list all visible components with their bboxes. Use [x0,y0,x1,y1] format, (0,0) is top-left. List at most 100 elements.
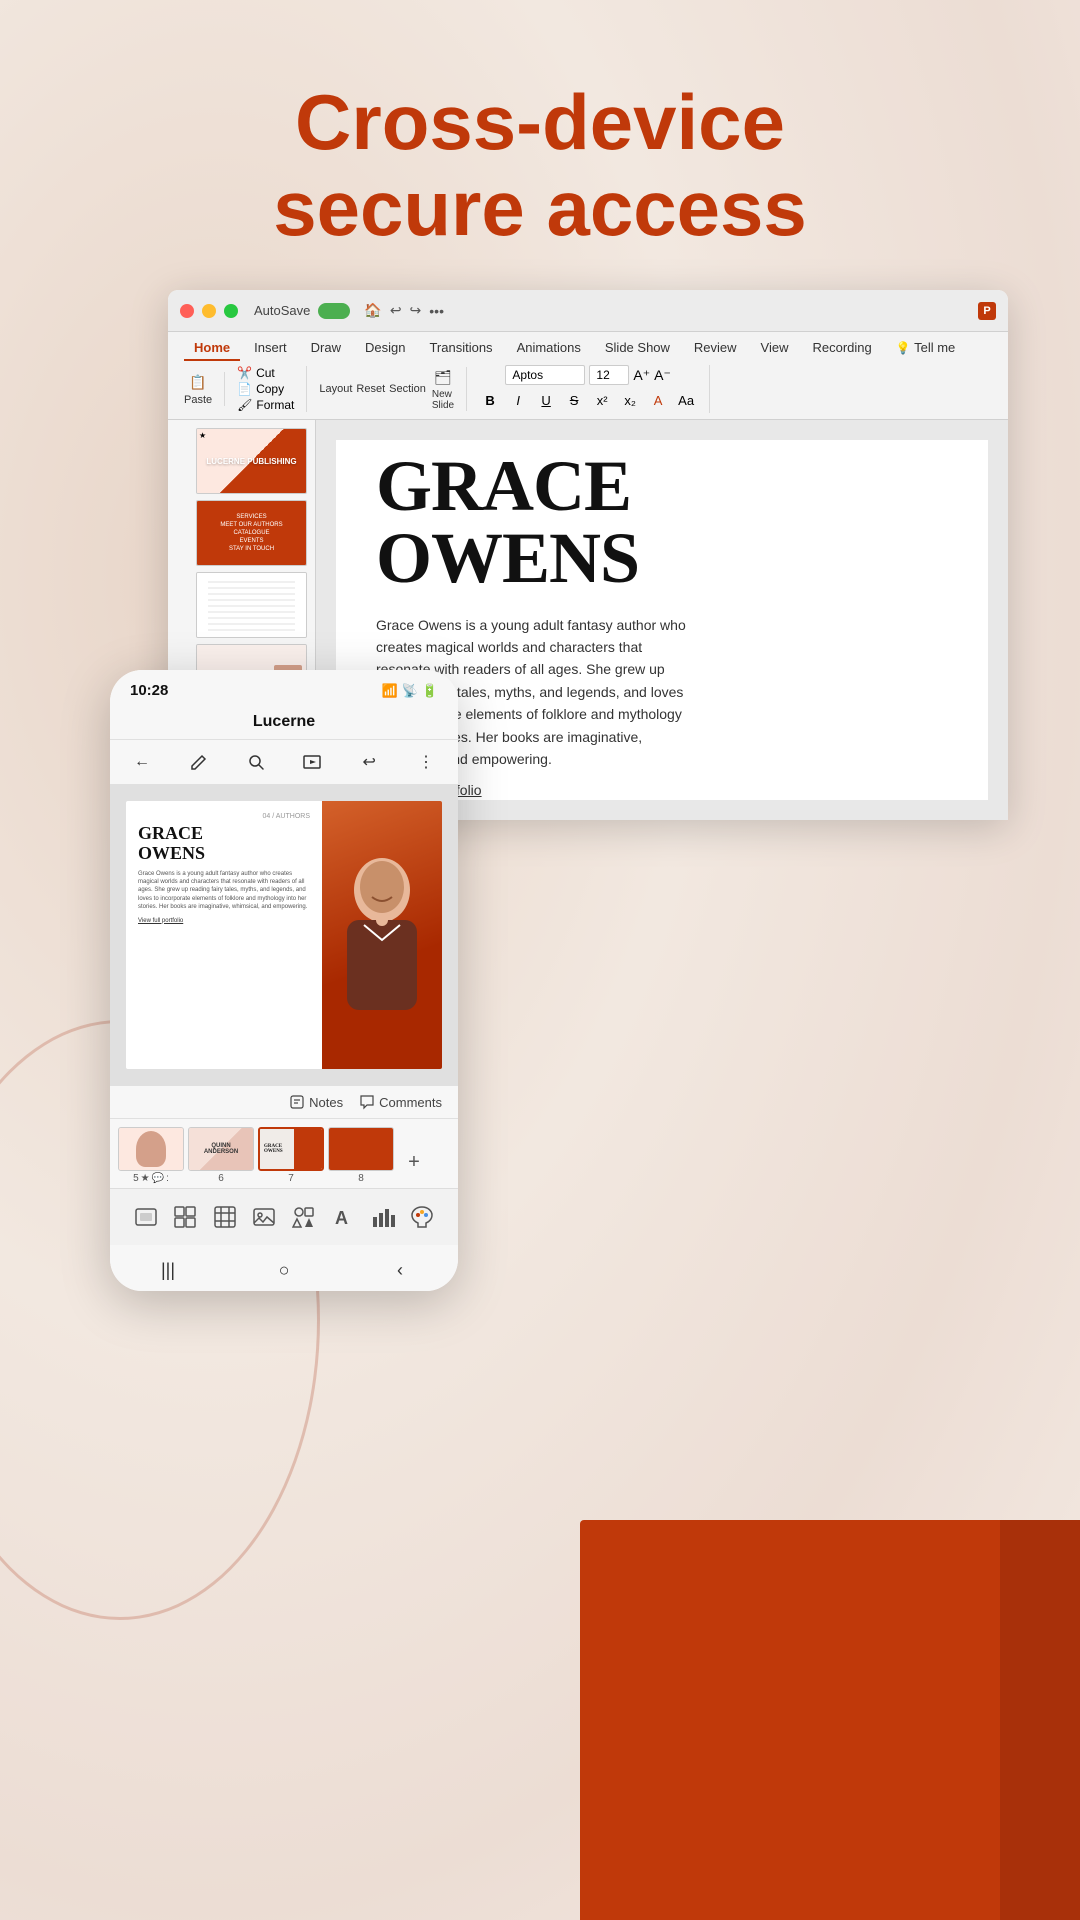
strikethrough-button[interactable]: S [563,389,585,411]
text-case-button[interactable]: Aa [675,389,697,411]
back-button[interactable]: ← [126,746,158,778]
slides-view-icon [134,1205,158,1229]
increase-font-icon[interactable]: A⁺ [633,367,650,384]
slide-2-thumbnail[interactable]: SERVICES MEET OUR AUTHORS CATALOGUE EVEN… [196,500,307,566]
format-button[interactable]: 🖌 Format [237,398,294,412]
pen-tool-button[interactable] [183,746,215,778]
slide-7-photo [294,1127,322,1171]
slide-1-thumbnail[interactable]: LUCERNE PUBLISHING ★ [196,428,307,494]
superscript-button[interactable]: x² [591,389,613,411]
tab-draw[interactable]: Draw [301,336,351,361]
thumbnail-view-button[interactable] [167,1199,203,1235]
back-nav-button[interactable]: ‹ [385,1255,415,1285]
tab-home[interactable]: Home [184,336,240,361]
menu-item-services: SERVICES [236,514,266,520]
icon-toolbar: A [110,1188,458,1245]
desktop-titlebar: AutoSave 🏠 ↩ ↪ ••• P [168,290,1008,332]
wifi-icon: 📶 [381,683,397,699]
mobile-slide-left: 04 / AUTHORS GRACE OWENS Grace Owens is … [126,801,322,1069]
underline-button[interactable]: U [535,389,557,411]
italic-button[interactable]: I [507,389,529,411]
autosave-toggle[interactable] [318,303,350,319]
tab-transitions[interactable]: Transitions [419,336,502,361]
tab-recording[interactable]: Recording [803,336,882,361]
notes-button[interactable]: Notes [289,1094,343,1110]
minimize-button[interactable] [202,304,216,318]
font-color-button[interactable]: A [647,389,669,411]
new-slide-group: Layout Reset Section 🗂 New Slide [319,367,467,411]
chart-button[interactable] [365,1199,401,1235]
grid-view-icon [213,1205,237,1229]
text-button[interactable]: A [325,1199,361,1235]
paste-button[interactable]: 📋 Paste [184,372,212,406]
heading-area: Cross-device secure access [0,0,1080,292]
font-size-selector[interactable]: 12 [589,365,629,385]
slide-portfolio-link[interactable]: View full portfolio [376,782,948,798]
home-button[interactable]: ○ [269,1255,299,1285]
color-button[interactable] [404,1199,440,1235]
slide-7-container: GRACEOWENS 7 [258,1127,324,1184]
tab-design[interactable]: Design [355,336,415,361]
slide-3-container: 3 [176,572,307,638]
slide-5-inner [119,1128,183,1170]
close-button[interactable] [180,304,194,318]
new-slide-button[interactable]: 🗂 New Slide [432,367,454,411]
slide-8-thumbnail[interactable] [328,1127,394,1171]
tab-tellme[interactable]: 💡 Tell me [886,336,966,361]
mobile-status-bar: 10:28 📶 📡 🔋 [110,670,458,707]
undo-icon[interactable]: ↩ [390,302,402,319]
present-button[interactable] [296,746,328,778]
reset-button[interactable]: Reset [356,383,385,395]
more-options-button[interactable]: ⋮ [410,746,442,778]
slide-2-preview: SERVICES MEET OUR AUTHORS CATALOGUE EVEN… [197,501,306,565]
slide-1-container: 1 LUCERNE PUBLISHING ★ [176,428,307,494]
subscript-button[interactable]: x₂ [619,389,641,411]
maximize-button[interactable] [224,304,238,318]
comment-badge-icon: 💬 [152,1173,164,1184]
app-menu-button[interactable]: ||| [153,1255,183,1285]
comments-button[interactable]: Comments [359,1094,442,1110]
star-icon: ★ [199,431,206,440]
more-icon[interactable]: ••• [429,303,444,319]
mobile-mockup: 10:28 📶 📡 🔋 Lucerne ← [110,670,458,1291]
undo-button[interactable]: ↩ [353,746,385,778]
slide-6-thumbnail[interactable]: QUINNANDERSON [188,1127,254,1171]
tab-insert[interactable]: Insert [244,336,297,361]
tab-view[interactable]: View [751,336,799,361]
section-button[interactable]: Section [389,383,426,395]
slide-5-thumbnail[interactable] [118,1127,184,1171]
slide-7-number: 7 [288,1173,294,1184]
layout-button[interactable]: Layout [319,383,352,395]
font-name-selector[interactable]: Aptos [505,365,585,385]
mobile-bottom-bar: Notes Comments [110,1085,458,1118]
bold-button[interactable]: B [479,389,501,411]
mobile-slide-bio: Grace Owens is a young adult fantasy aut… [138,870,310,912]
tab-review[interactable]: Review [684,336,747,361]
slides-view-button[interactable] [128,1199,164,1235]
mobile-slide-link[interactable]: View full portfolio [138,918,310,924]
decrease-font-icon[interactable]: A⁻ [654,367,671,384]
slide-8-number: 8 [358,1173,364,1184]
slide-3-content [208,579,295,630]
slide-5-container: 5 ★ 💬 : [118,1127,184,1184]
slide-2-container: 2 SERVICES MEET OUR AUTHORS CATALOGUE EV… [176,500,307,566]
battery-icon: 🔋 [422,683,438,699]
tab-slideshow[interactable]: Slide Show [595,336,680,361]
office-icon: P [978,302,996,320]
search-button[interactable] [240,746,272,778]
mobile-slide-name-line1: GRACE [138,824,310,844]
cut-button[interactable]: ✂️ Cut [237,366,275,380]
tab-animations[interactable]: Animations [507,336,591,361]
slide-3-thumbnail[interactable] [196,572,307,638]
slide-7-thumbnail[interactable]: GRACEOWENS [258,1127,324,1171]
shapes-button[interactable] [286,1199,322,1235]
copy-button[interactable]: 📄 Copy [237,382,284,396]
slide-6-inner: QUINNANDERSON [189,1128,253,1170]
ribbon: Home Insert Draw Design Transitions Anim… [168,332,1008,420]
add-slide-button[interactable]: + [398,1140,430,1184]
grid-view-button[interactable] [207,1199,243,1235]
comments-icon [359,1094,375,1110]
redo-icon[interactable]: ↪ [410,302,422,319]
orange-block [580,1520,1080,1920]
image-insert-button[interactable] [246,1199,282,1235]
